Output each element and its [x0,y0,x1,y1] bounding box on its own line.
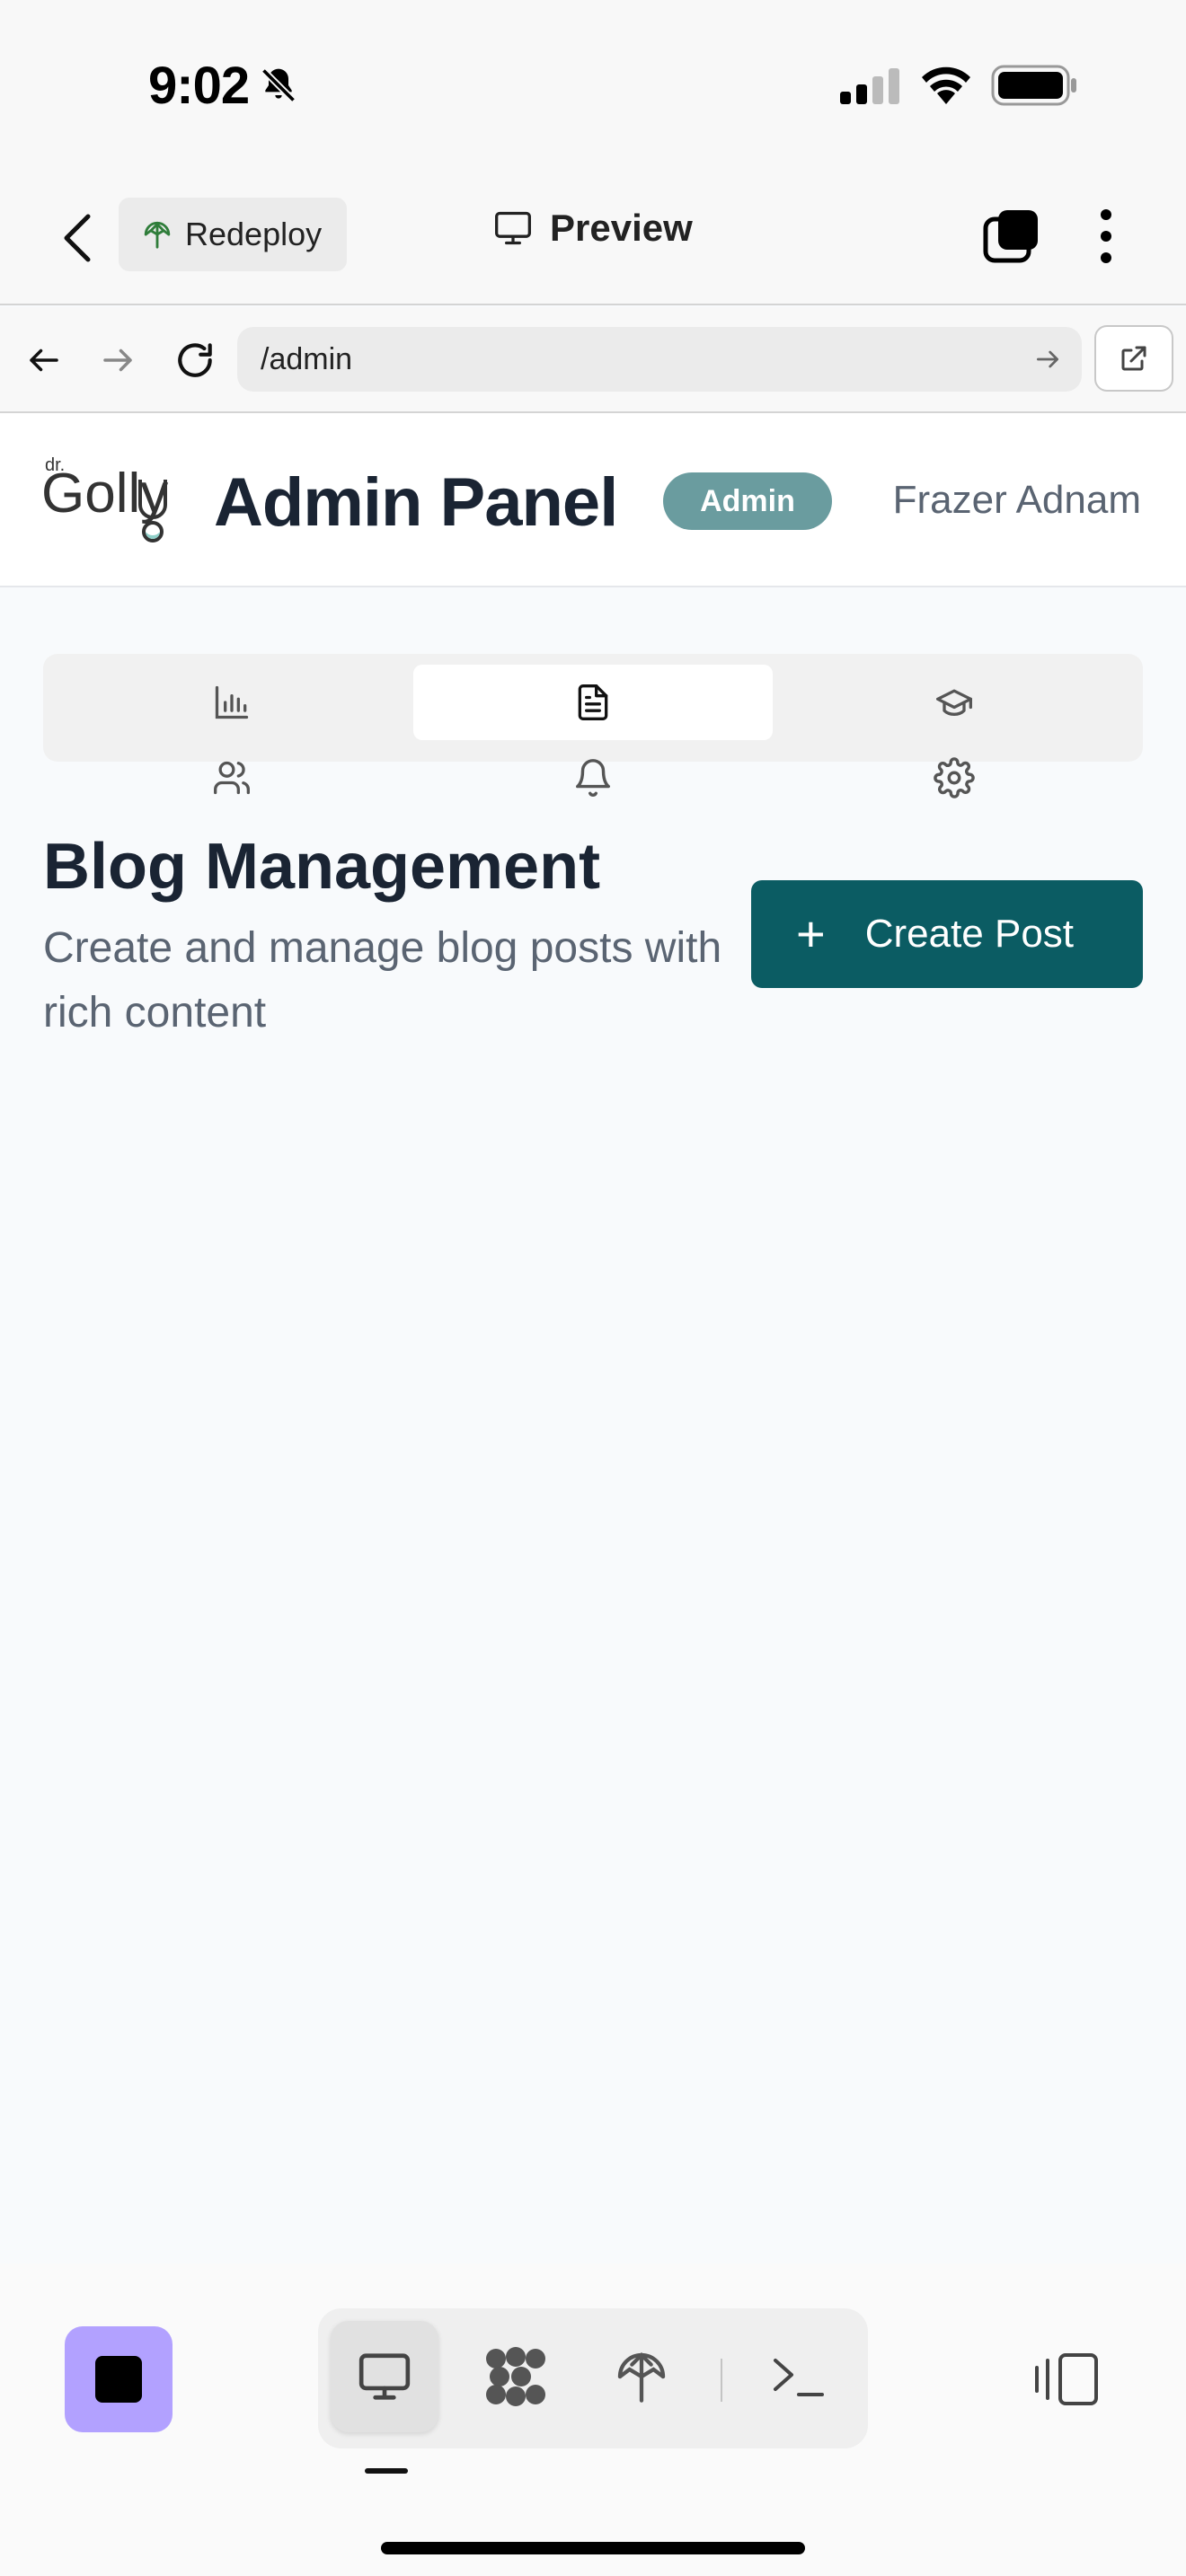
reload-icon[interactable] [173,338,217,383]
section-title: Blog Management [43,831,601,903]
admin-tabs [43,654,1143,798]
terminal-icon [774,2359,824,2396]
deploy-icon [617,2351,666,2403]
create-post-label: Create Post [864,912,1075,956]
console-button[interactable] [744,2321,852,2432]
dr-golly-logo: dr. Golly [41,455,168,543]
signal-icon [840,68,899,104]
arrow-right-icon[interactable] [99,341,137,379]
tab-courses[interactable] [774,665,1134,740]
stop-icon [95,2356,142,2403]
external-link-icon [1121,346,1146,371]
deploy-icon [144,221,171,249]
back-chevron-icon[interactable] [58,211,99,265]
arrow-left-icon[interactable] [25,341,63,379]
bell-off-icon [261,67,296,103]
preview-label: Preview [550,207,693,249]
section-description: Create and manage blog posts with rich c… [43,924,722,1037]
tabs-icon[interactable] [982,208,1040,264]
url-field[interactable]: /admin [237,327,1082,392]
view-switcher [318,2308,868,2448]
tab-notifications[interactable] [413,751,773,805]
page-title: Admin Panel [214,464,618,541]
open-external-button[interactable] [1094,325,1173,392]
agent-icon [486,2347,545,2406]
desktop-icon [495,211,531,245]
graduation-cap-icon [936,689,972,716]
tab-users[interactable] [52,751,412,805]
browser-navbar: /admin [0,307,1186,413]
wifi-icon [922,66,970,104]
tab-settings[interactable] [774,751,1134,805]
role-badge: Admin [663,472,832,530]
user-name[interactable]: Frazer Adnam [893,478,1141,523]
document-icon [578,684,608,720]
status-bar: 9:02 [0,0,1186,171]
active-indicator [365,2468,408,2474]
top-toolbar: Redeploy Preview [0,171,1186,305]
preview-tab[interactable]: Preview [492,207,693,250]
users-icon [214,761,250,795]
plus-icon: + [796,905,826,962]
desktop-view-button[interactable] [331,2321,438,2432]
bell-icon [576,759,610,797]
app-header: dr. Golly Admin Panel Admin Frazer Adnam [0,413,1186,587]
status-time: 9:02 [148,57,250,115]
battery-icon [991,65,1076,106]
redeploy-label: Redeploy [185,216,323,252]
desktop-icon [358,2353,411,2400]
more-options-icon[interactable] [1093,207,1120,266]
settings-icon [934,757,975,798]
bottom-toolbar [0,2263,1186,2576]
home-indicator [381,2542,805,2554]
go-arrow-icon[interactable] [1033,345,1062,374]
agent-button[interactable] [462,2321,570,2432]
url-text: /admin [261,341,353,376]
create-post-button[interactable]: + Create Post [751,880,1143,988]
redeploy-button[interactable]: Redeploy [119,198,347,271]
stop-button[interactable] [65,2326,173,2432]
divider [721,2359,722,2402]
deploy-button[interactable] [588,2321,695,2432]
tab-analytics[interactable] [52,665,412,740]
bar-chart-icon [215,685,249,719]
tab-blog[interactable] [413,665,773,740]
panel-toggle-icon[interactable] [1033,2351,1102,2407]
